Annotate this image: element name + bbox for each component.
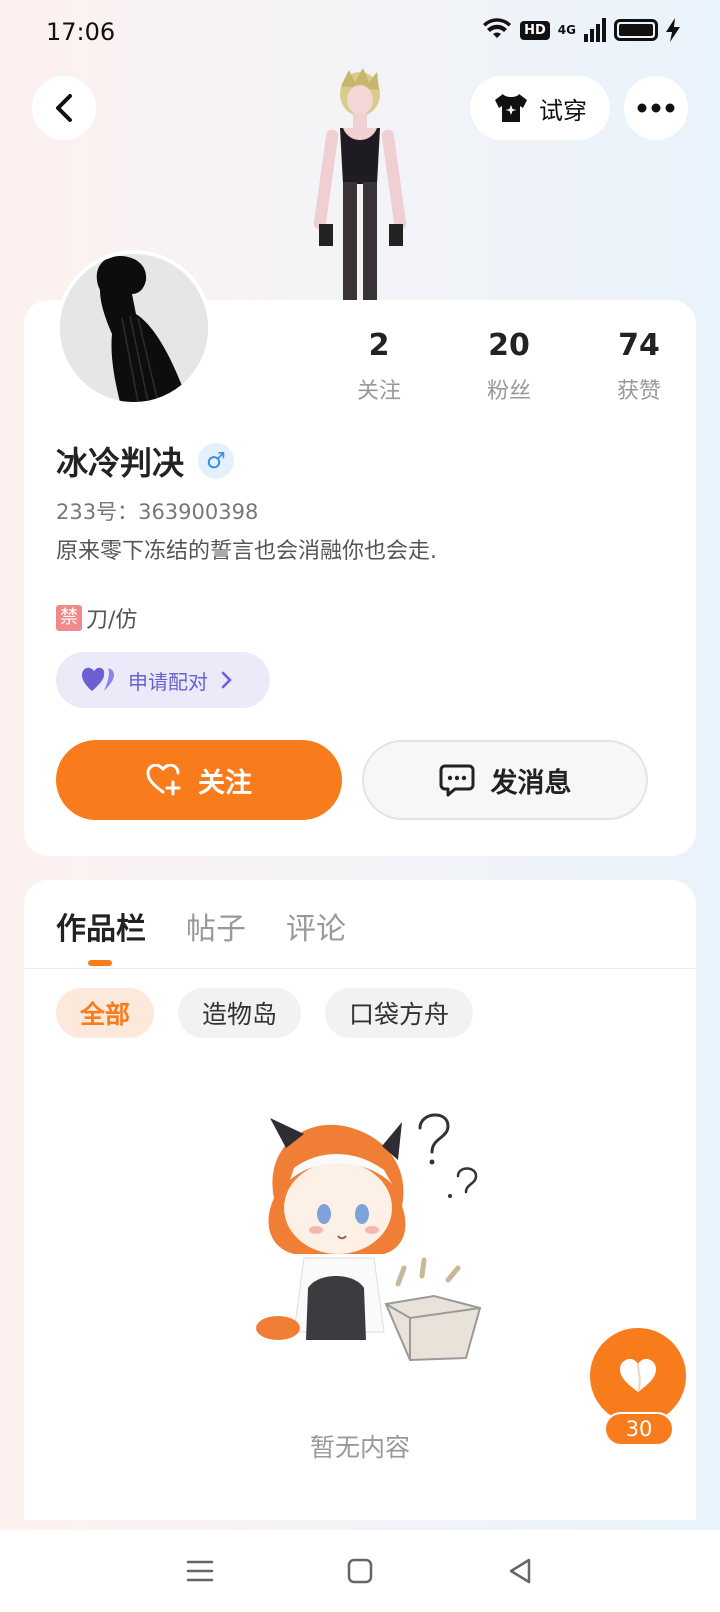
empty-state-text: 暂无内容 [309,1433,410,1462]
heart-plus-icon [146,764,181,796]
nav-back-button[interactable] [490,1541,550,1601]
chip-all[interactable]: 全部 [56,988,155,1038]
chat-bubble-icon [439,764,474,797]
avatar-3d-figure [313,68,407,304]
follow-button[interactable]: 关注 [56,740,342,820]
works-tabs: 作品栏 帖子 评论 [56,904,346,948]
like-count: 30 [604,1412,674,1446]
chip-pocket-ark[interactable]: 口袋方舟 [325,988,474,1038]
male-gender-icon: ♂ [198,443,235,479]
try-on-label: 试穿 [539,96,587,125]
avatar-silhouette [60,254,208,402]
send-message-label: 发消息 [490,767,572,799]
nav-home-button[interactable] [330,1541,390,1601]
tabs-divider [24,968,696,969]
more-button[interactable] [624,76,688,140]
status-time: 17:06 [46,18,116,46]
stat-value: 74 [618,328,660,363]
like-button[interactable] [590,1328,686,1424]
shirt-icon [495,94,527,122]
works-card: 作品栏 帖子 评论 全部 造物岛 口袋方舟 暂无内容 [24,880,696,1520]
stat-following[interactable]: 2 关注 [314,328,444,405]
stat-label: 关注 [356,379,401,404]
stat-followers[interactable]: 20 粉丝 [444,328,574,405]
charging-icon [666,18,680,42]
heart-icon [620,1359,656,1393]
stat-label: 获赞 [616,379,661,404]
network-label: 4G [557,23,576,37]
try-on-button[interactable]: 试穿 [470,76,610,140]
battery-icon [614,19,658,41]
back-arrow-icon [56,94,72,122]
stat-value: 2 [368,328,390,363]
status-bar: 17:06 HD 4G [0,0,720,64]
tab-works[interactable]: 作品栏 [56,904,146,948]
bio-tag: 禁 刀/仿 [56,602,137,634]
nav-menu-button[interactable] [170,1541,230,1601]
menu-icon [186,1560,214,1582]
username: 冰冷判决 [56,444,185,482]
follow-label: 关注 [198,767,252,799]
user-id: 233号：363900398 [56,500,259,524]
stat-value: 20 [488,328,530,363]
bio-tag-text: 刀/仿 [86,608,138,633]
wifi-icon [483,18,512,38]
chip-creation-island[interactable]: 造物岛 [178,988,302,1038]
system-nav-bar [0,1530,720,1612]
stat-likes[interactable]: 74 获赞 [574,328,704,405]
tab-indicator [88,960,112,966]
tab-posts[interactable]: 帖子 [186,904,246,948]
filter-chips: 全部 造物岛 口袋方舟 [56,988,474,1038]
profile-stats: 2 关注 20 粉丝 74 获赞 [314,328,704,405]
square-icon [347,1558,373,1584]
avatar[interactable] [56,250,212,406]
status-icons: HD 4G [482,18,680,42]
more-dots-icon [637,103,675,113]
bio-text: 原来零下冻结的誓言也会消融你也会走. [56,539,437,564]
pair-request-label: 申请配对 [128,669,208,694]
chevron-right-icon [221,671,232,689]
username-row: 冰冷判决 ♂ [56,438,235,484]
empty-state-illustration [256,1113,482,1362]
stat-label: 粉丝 [486,379,531,404]
pair-request-button[interactable]: 申请配对 [56,652,270,708]
double-heart-icon [82,667,114,691]
ban-badge: 禁 [56,605,82,631]
triangle-back-icon [509,1558,531,1584]
send-message-button[interactable]: 发消息 [362,740,648,820]
tab-comments[interactable]: 评论 [286,904,346,948]
hd-badge: HD [520,20,550,40]
signal-icon [584,18,606,42]
back-button[interactable] [32,76,96,140]
